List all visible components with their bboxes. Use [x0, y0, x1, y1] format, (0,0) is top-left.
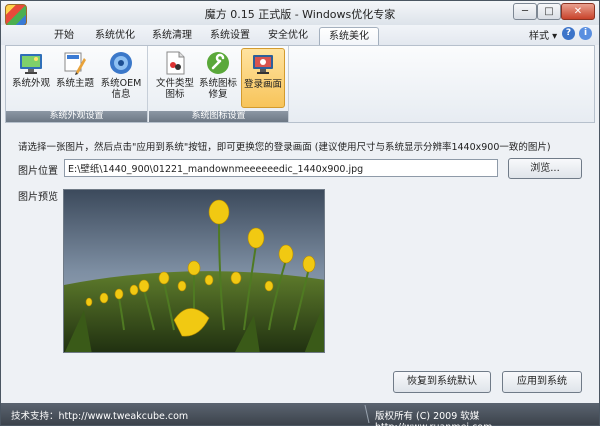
window-title: 魔方 0.15 正式版 - Windows优化专家	[204, 8, 396, 21]
login-screen-label: 登录画面	[243, 79, 282, 90]
file-type-icon	[166, 51, 185, 75]
tulip-photo	[64, 190, 324, 352]
ribbon: 系统外观 系统主题 系统OEM信息 系统外观设置 文件类型图标 系统图标修复 登…	[5, 45, 595, 123]
support-link[interactable]: 技术支持：http://www.tweakcube.com	[11, 408, 188, 422]
login-screen-icon	[253, 55, 273, 74]
tab-start[interactable]: 开始	[41, 27, 87, 45]
wrench-icon	[207, 52, 229, 74]
system-icon-repair-button[interactable]: 系统图标修复	[197, 48, 239, 108]
tab-system-optimize[interactable]: 系统优化	[87, 27, 143, 45]
status-bar: 技术支持：http://www.tweakcube.com 版权所有 (C) 2…	[1, 403, 599, 426]
style-menu[interactable]: 样式 ▾	[529, 27, 557, 42]
login-screen-button[interactable]: 登录画面	[241, 48, 285, 108]
group-icons: 文件类型图标 系统图标修复 登录画面 系统图标设置	[149, 46, 289, 122]
system-icon-repair-label: 系统图标修复	[198, 78, 237, 100]
monitor-icon	[20, 54, 42, 74]
help-icon[interactable]: ?	[562, 27, 575, 40]
close-button[interactable]: ✕	[561, 3, 595, 20]
image-preview	[63, 189, 325, 353]
instruction-text: 请选择一张图片，然后点击"应用到系统"按钮，即可更换您的登录画面 (建议使用尺寸…	[18, 142, 551, 153]
minimize-button[interactable]: ─	[513, 3, 537, 20]
tab-security-optimize[interactable]: 安全优化	[259, 27, 317, 45]
tab-system-settings[interactable]: 系统设置	[201, 27, 259, 45]
image-preview-label: 图片预览	[18, 192, 58, 203]
system-oem-label: 系统OEM信息	[100, 78, 142, 100]
system-appearance-label: 系统外观	[11, 78, 50, 89]
title-bar: 魔方 0.15 正式版 - Windows优化专家 ─ □ ✕	[1, 1, 599, 26]
restore-default-button[interactable]: 恢复到系统默认	[393, 371, 491, 393]
system-theme-label: 系统主题	[55, 78, 94, 89]
file-type-icon-button[interactable]: 文件类型图标	[155, 48, 195, 108]
app-window: 魔方 0.15 正式版 - Windows优化专家 ─ □ ✕ 开始 系统优化 …	[0, 0, 600, 426]
image-path-label: 图片位置	[18, 166, 58, 177]
info-icon[interactable]: i	[579, 27, 592, 40]
main-content: 请选择一张图片，然后点击"应用到系统"按钮，即可更换您的登录画面 (建议使用尺寸…	[5, 125, 595, 401]
file-type-icon-label: 文件类型图标	[155, 78, 194, 100]
system-theme-button[interactable]: 系统主题	[54, 48, 96, 108]
copyright-text: 版权所有 (C) 2009 软媒 http://www.ruanmei.com	[375, 411, 492, 426]
group-appearance-label: 系统外观设置	[6, 111, 147, 122]
tab-system-clean[interactable]: 系统清理	[143, 27, 201, 45]
maximize-button[interactable]: □	[537, 3, 561, 20]
system-appearance-button[interactable]: 系统外观	[10, 48, 52, 108]
status-divider	[364, 405, 370, 423]
menu-bar: 开始 系统优化 系统清理 系统设置 安全优化 系统美化	[1, 25, 599, 45]
apply-to-system-button[interactable]: 应用到系统	[502, 371, 582, 393]
oem-info-icon	[110, 52, 132, 74]
group-icons-label: 系统图标设置	[149, 111, 288, 122]
system-oem-button[interactable]: 系统OEM信息	[98, 48, 144, 108]
image-path-input[interactable]	[64, 159, 498, 177]
tab-system-beautify[interactable]: 系统美化	[319, 27, 379, 45]
group-appearance: 系统外观 系统主题 系统OEM信息 系统外观设置	[6, 46, 148, 122]
browse-button[interactable]: 浏览...	[508, 158, 582, 179]
theme-brush-icon	[64, 52, 86, 75]
